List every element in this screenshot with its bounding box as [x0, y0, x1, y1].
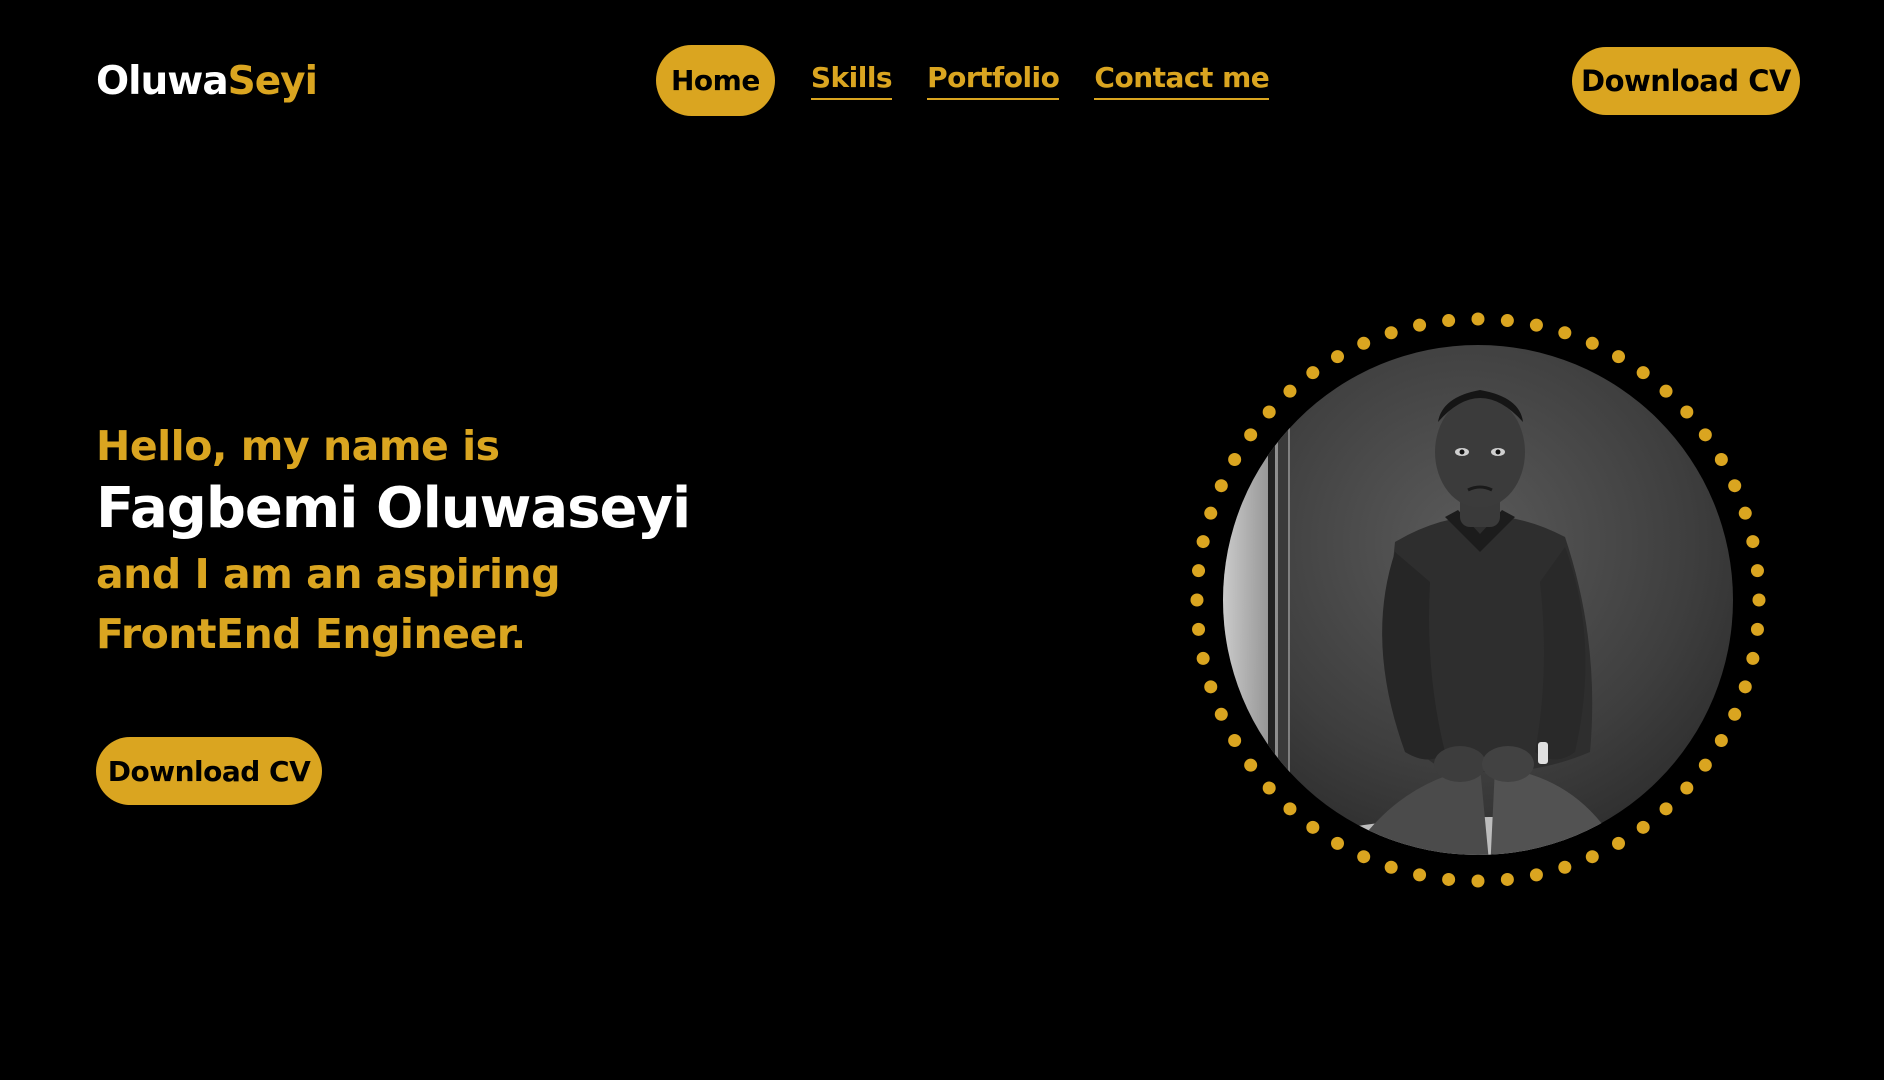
- logo[interactable]: OluwaSeyi: [96, 58, 318, 106]
- ring-dot: [1500, 872, 1514, 886]
- logo-part-oluwa: Oluwa: [96, 59, 229, 104]
- profile-photo: [1190, 312, 1766, 888]
- ring-dot: [1659, 802, 1673, 816]
- ring-dot: [1196, 535, 1210, 549]
- ring-dot: [1728, 479, 1742, 493]
- ring-dot: [1750, 622, 1764, 636]
- ring-dot: [1262, 781, 1276, 795]
- ring-dot: [1306, 366, 1320, 380]
- ring-dot: [1214, 479, 1228, 493]
- ring-dot: [1659, 384, 1673, 398]
- ring-dot: [1190, 593, 1204, 607]
- ring-dot: [1283, 384, 1297, 398]
- ring-dot: [1262, 405, 1276, 419]
- logo-part-seyi: Seyi: [227, 59, 318, 104]
- ring-dot: [1204, 680, 1218, 694]
- ring-dot: [1529, 868, 1543, 882]
- hero-name: Fagbemi Oluwaseyi: [96, 476, 691, 541]
- photo: [1223, 345, 1733, 855]
- ring-dot: [1196, 651, 1210, 665]
- page: OluwaSeyi Home Skills Portfolio Contact …: [0, 0, 1884, 1080]
- header-download-cv-button[interactable]: Download CV: [1572, 47, 1800, 115]
- hero-tagline-line1: and I am an aspiring: [96, 550, 561, 598]
- ring-dot: [1714, 734, 1728, 747]
- ring-dot: [1558, 860, 1572, 874]
- portrait-frame: [1190, 312, 1766, 888]
- ring-dot: [1244, 758, 1258, 772]
- nav-contact-link[interactable]: Contact me: [1094, 61, 1270, 100]
- ring-dot: [1228, 734, 1242, 747]
- ring-dot: [1738, 506, 1752, 520]
- ring-dot: [1698, 428, 1712, 442]
- ring-dot: [1585, 336, 1599, 350]
- ring-dot: [1698, 758, 1712, 772]
- hero-greeting: Hello, my name is: [96, 422, 500, 470]
- hero-tagline-line2: FrontEnd Engineer.: [96, 610, 526, 658]
- ring-dot: [1228, 453, 1242, 466]
- ring-dot: [1612, 836, 1625, 850]
- nav-portfolio-link[interactable]: Portfolio: [927, 61, 1060, 100]
- ring-dot: [1750, 564, 1764, 578]
- ring-dot: [1331, 350, 1344, 364]
- ring-dot: [1471, 312, 1485, 326]
- hero-download-cv-button[interactable]: Download CV: [96, 737, 322, 805]
- ring-dot: [1413, 318, 1427, 332]
- ring-dot: [1728, 707, 1742, 721]
- ring-dot: [1214, 707, 1228, 721]
- ring-dot: [1585, 850, 1599, 864]
- ring-dot: [1442, 872, 1456, 886]
- nav-home-link[interactable]: Home: [656, 45, 775, 116]
- nav-skills-link[interactable]: Skills: [810, 61, 893, 100]
- ring-dot: [1680, 781, 1694, 795]
- ring-dot: [1192, 622, 1206, 636]
- ring-dot: [1612, 350, 1625, 364]
- ring-dot: [1442, 314, 1456, 328]
- main-nav: Home Skills Portfolio Contact me: [656, 45, 1270, 116]
- ring-dot: [1283, 802, 1297, 816]
- ring-dot: [1192, 564, 1206, 578]
- ring-dot: [1680, 405, 1694, 419]
- ring-dot: [1471, 874, 1485, 888]
- ring-dot: [1306, 820, 1320, 834]
- ring-dot: [1244, 428, 1258, 442]
- ring-dot: [1746, 535, 1760, 549]
- ring-dot: [1384, 326, 1398, 340]
- ring-dot: [1331, 836, 1344, 850]
- ring-dot: [1529, 318, 1543, 332]
- ring-dot: [1636, 820, 1650, 834]
- ring-dot: [1204, 506, 1218, 520]
- hero-text: Hello, my name is Fagbemi Oluwaseyi and …: [96, 418, 691, 664]
- ring-dot: [1357, 336, 1371, 350]
- ring-dot: [1500, 314, 1514, 328]
- ring-dot: [1636, 366, 1650, 380]
- ring-dot: [1714, 453, 1728, 466]
- ring-dot: [1357, 850, 1371, 864]
- ring-dot: [1738, 680, 1752, 694]
- ring-dot: [1558, 326, 1572, 340]
- ring-dot: [1384, 860, 1398, 874]
- ring-dot: [1746, 651, 1760, 665]
- ring-dot: [1752, 593, 1766, 607]
- ring-dot: [1413, 868, 1427, 882]
